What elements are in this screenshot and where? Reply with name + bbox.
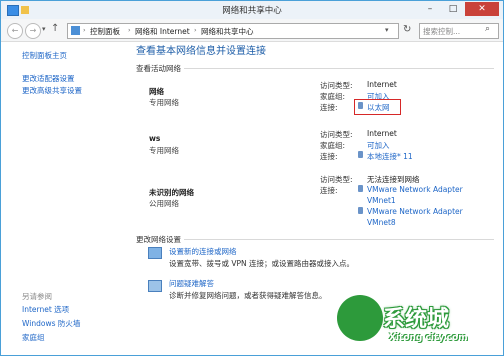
sidebar-item-change-adapter-settings[interactable]: 更改适配器设置: [22, 73, 75, 84]
page-title: 查看基本网络信息并设置连接: [136, 46, 266, 57]
network-type: 公用网络: [149, 199, 179, 208]
connection-link-local[interactable]: 本地连接* 11: [367, 151, 413, 162]
control-panel-icon: [71, 26, 80, 35]
section-divider: [184, 68, 494, 69]
ethernet-icon: [358, 207, 363, 214]
recent-pages-icon[interactable]: ▾: [42, 25, 46, 33]
connection-link-vmnet8[interactable]: VMware Network Adapter: [367, 207, 463, 216]
network-name: 网络: [149, 87, 164, 96]
access-type-value: 无法连接到网络: [367, 175, 420, 184]
homegroup-label: 家庭组:: [320, 141, 346, 150]
active-networks-heading: 查看活动网络: [136, 64, 181, 73]
access-type-value: Internet: [367, 80, 397, 89]
up-button[interactable]: ↑: [51, 23, 59, 34]
network-type[interactable]: 专用网络: [149, 97, 179, 108]
connection-label: 连接:: [320, 152, 338, 161]
homegroup-label: 家庭组:: [320, 92, 346, 101]
see-also-homegroup[interactable]: 家庭组: [22, 332, 45, 343]
new-connection-icon: [148, 247, 162, 259]
connection-link-vmnet1[interactable]: VMware Network Adapter: [367, 185, 463, 194]
breadcrumb-network-sharing-center[interactable]: 网络和共享中心: [201, 26, 254, 37]
sidebar-item-change-advanced-sharing[interactable]: 更改高级共享设置: [22, 85, 82, 96]
breadcrumb-separator-icon: ›: [83, 26, 86, 34]
ethernet-icon: [358, 151, 363, 158]
troubleshoot-icon: [148, 280, 162, 292]
ethernet-icon: [358, 185, 363, 192]
breadcrumb-network-internet[interactable]: 网络和 Internet: [135, 26, 190, 37]
connection-label: 连接:: [320, 186, 338, 195]
connection-link-vmnet8-cont[interactable]: VMnet8: [367, 218, 396, 227]
maximize-button[interactable]: □: [442, 2, 464, 16]
search-icon[interactable]: ⌕: [485, 24, 490, 34]
section-divider: [184, 239, 494, 240]
window: 网络和共享中心 – □ ✕ ← → ▾ ↑ › 控制面板 › 网络和 Inter…: [0, 0, 504, 356]
setup-connection-desc: 设置宽带、拨号或 VPN 连接；或设置路由器或接入点。: [169, 259, 355, 268]
network-name: 未识别的网络: [149, 188, 194, 197]
homegroup-link[interactable]: 可加入: [367, 140, 390, 151]
highlight-box: [354, 99, 401, 115]
watermark-url: Xitong city.com: [389, 333, 468, 343]
connection-link-vmnet1-cont[interactable]: VMnet1: [367, 196, 396, 205]
breadcrumb-control-panel[interactable]: 控制面板: [90, 26, 120, 37]
see-also-windows-firewall[interactable]: Windows 防火墙: [22, 318, 80, 329]
see-also-internet-options[interactable]: Internet 选项: [22, 304, 69, 315]
access-type-label: 访问类型:: [320, 175, 353, 184]
breadcrumb-separator-icon: ›: [194, 26, 197, 34]
watermark-logo: [337, 295, 383, 341]
network-name: ws: [149, 134, 161, 143]
close-button[interactable]: ✕: [465, 2, 499, 16]
minimize-button[interactable]: –: [419, 2, 441, 16]
troubleshoot-link[interactable]: 问题疑难解答: [169, 278, 214, 289]
access-type-label: 访问类型:: [320, 130, 353, 139]
troubleshoot-desc: 诊断并修复网络问题，或者获得疑难解答信息。: [169, 291, 327, 300]
address-dropdown-icon[interactable]: ▾: [385, 26, 389, 34]
watermark-text: 系统城: [383, 307, 450, 332]
forward-button[interactable]: →: [25, 23, 41, 39]
change-settings-heading: 更改网络设置: [136, 235, 181, 244]
refresh-button[interactable]: ↻: [403, 24, 411, 35]
breadcrumb-separator-icon: ›: [128, 26, 131, 34]
back-button[interactable]: ←: [7, 23, 23, 39]
network-type[interactable]: 专用网络: [149, 145, 179, 156]
sidebar-item-control-panel-home[interactable]: 控制面板主页: [22, 50, 67, 61]
setup-connection-link[interactable]: 设置新的连接或网络: [169, 246, 237, 257]
connection-label: 连接:: [320, 103, 338, 112]
search-placeholder: 搜索控制...: [423, 27, 461, 36]
access-type-value: Internet: [367, 129, 397, 138]
see-also-title: 另请参阅: [22, 292, 52, 301]
access-type-label: 访问类型:: [320, 81, 353, 90]
